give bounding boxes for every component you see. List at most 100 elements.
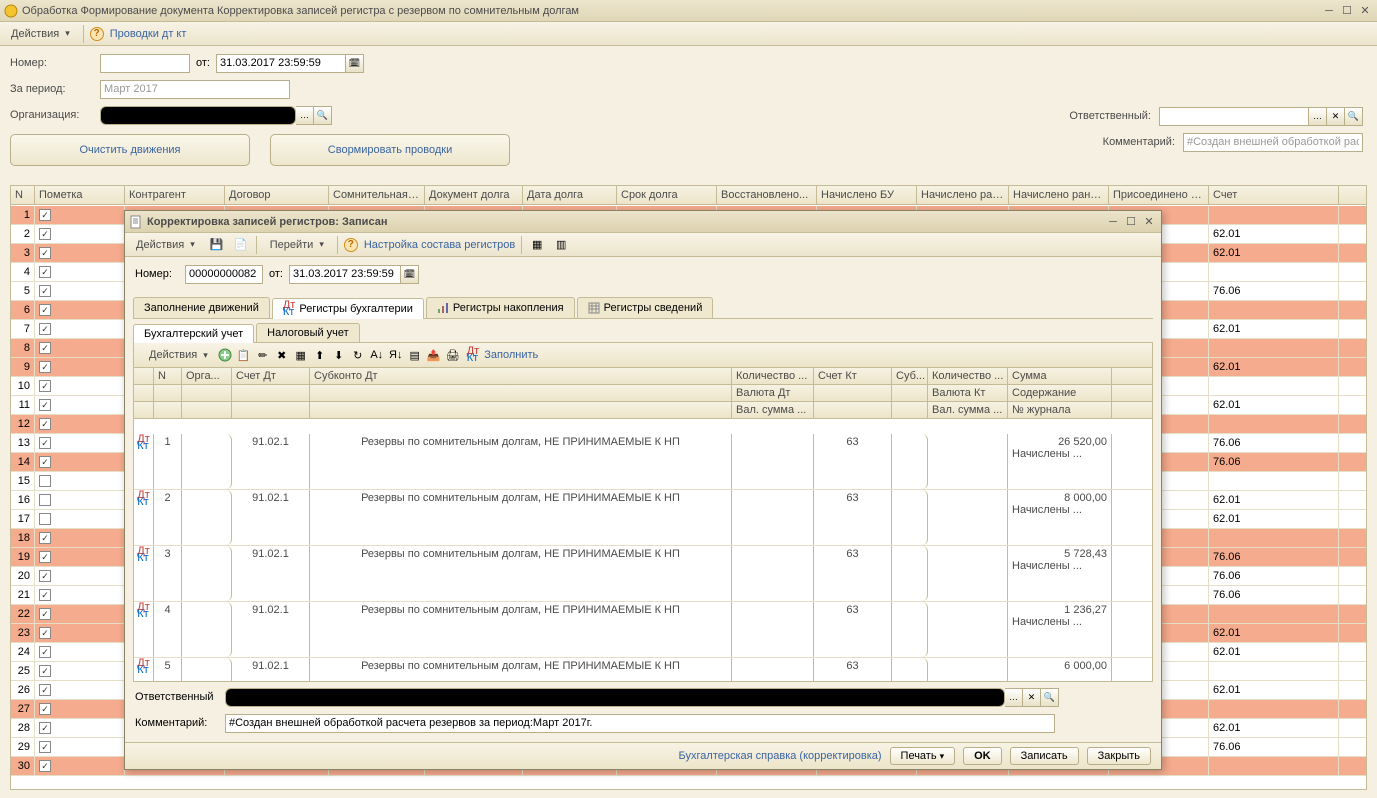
row-checkbox-cell[interactable]: ✓: [35, 263, 125, 281]
number-input[interactable]: [100, 54, 190, 73]
refresh-icon[interactable]: ↻: [349, 346, 367, 364]
entry-row[interactable]: ДтКт591.02.1Резервы по сомнительным долг…: [134, 658, 1152, 681]
ok-button[interactable]: OK: [963, 747, 1002, 765]
form-provodki-button[interactable]: Свормировать проводки: [270, 134, 510, 166]
provodki-link[interactable]: Проводки дт кт: [110, 28, 187, 40]
col-n[interactable]: N: [11, 186, 35, 204]
save-button[interactable]: Записать: [1010, 747, 1079, 765]
row-checkbox-cell[interactable]: ✓: [35, 244, 125, 262]
modal-date-input[interactable]: [289, 265, 401, 284]
col-nachisleno-bu[interactable]: Начислено БУ: [817, 186, 917, 204]
modal-resp-clear-icon[interactable]: ✕: [1023, 688, 1041, 707]
row-checkbox-cell[interactable]: ✓: [35, 225, 125, 243]
icol-vs-dt[interactable]: Вал. сумма ...: [732, 402, 814, 418]
add-icon[interactable]: [216, 346, 234, 364]
entry-row[interactable]: ДтКт491.02.1Резервы по сомнительным долг…: [134, 602, 1152, 658]
checkbox[interactable]: ✓: [39, 247, 51, 259]
responsible-select-button[interactable]: …: [1309, 107, 1327, 126]
col-dogovor[interactable]: Договор: [225, 186, 329, 204]
row-checkbox-cell[interactable]: ✓: [35, 282, 125, 300]
row-checkbox-cell[interactable]: ✓: [35, 339, 125, 357]
edit-icon[interactable]: ✏: [254, 346, 272, 364]
modal-resp-redacted[interactable]: [225, 688, 1005, 707]
checkbox[interactable]: ✓: [39, 551, 51, 563]
icol-qtyk[interactable]: Количество ...: [928, 368, 1008, 384]
row-checkbox-cell[interactable]: ✓: [35, 719, 125, 737]
sort-desc-icon[interactable]: Я↓: [387, 346, 405, 364]
row-checkbox-cell[interactable]: ✓: [35, 529, 125, 547]
grid-icon-2[interactable]: ▥: [552, 236, 570, 254]
modal-help-icon[interactable]: ?: [344, 238, 358, 252]
col-srok[interactable]: Срок долга: [617, 186, 717, 204]
modal-maximize-button[interactable]: ☐: [1123, 215, 1139, 229]
checkbox[interactable]: ✓: [39, 399, 51, 411]
modal-calendar-icon[interactable]: 🗓: [401, 265, 419, 284]
icol-vs-kt[interactable]: Вал. сумма ...: [928, 402, 1008, 418]
checkbox[interactable]: ✓: [39, 570, 51, 582]
row-checkbox-cell[interactable]: ✓: [35, 700, 125, 718]
icol-val-kt[interactable]: Валюта Кт: [928, 385, 1008, 401]
icol-content[interactable]: Содержание: [1008, 385, 1112, 401]
row-checkbox-cell[interactable]: ✓: [35, 320, 125, 338]
checkbox[interactable]: ✓: [39, 532, 51, 544]
checkbox[interactable]: ✓: [39, 456, 51, 468]
checkbox[interactable]: ✓: [39, 437, 51, 449]
row-checkbox-cell[interactable]: ✓: [35, 434, 125, 452]
col-schet[interactable]: Счет: [1209, 186, 1339, 204]
fill-link[interactable]: Заполнить: [484, 349, 538, 361]
modal-registry-link[interactable]: Настройка состава регистров: [364, 239, 515, 251]
checkbox[interactable]: ✓: [39, 342, 51, 354]
delete-icon[interactable]: ✖: [273, 346, 291, 364]
checkbox[interactable]: ✓: [39, 665, 51, 677]
modal-number-input[interactable]: [185, 265, 263, 284]
modal-actions-menu[interactable]: Действия: [129, 237, 202, 253]
copy-icon[interactable]: 📋: [235, 346, 253, 364]
checkbox[interactable]: [39, 494, 51, 506]
from-date-input[interactable]: [216, 54, 346, 73]
checkbox[interactable]: ✓: [39, 589, 51, 601]
checkbox[interactable]: ✓: [39, 741, 51, 753]
row-checkbox-cell[interactable]: ✓: [35, 757, 125, 775]
row-checkbox-cell[interactable]: ✓: [35, 643, 125, 661]
minimize-button[interactable]: ─: [1321, 4, 1337, 18]
tab-info-registers[interactable]: Регистры сведений: [577, 297, 714, 318]
checkbox[interactable]: ✓: [39, 323, 51, 335]
icol-org[interactable]: Орга...: [182, 368, 232, 384]
row-checkbox-cell[interactable]: ✓: [35, 662, 125, 680]
checkbox[interactable]: ✓: [39, 285, 51, 297]
modal-resp-search-icon[interactable]: 🔍: [1041, 688, 1059, 707]
tab-accumulation-registers[interactable]: Регистры накопления: [426, 297, 575, 318]
subtab-bukh[interactable]: Бухгалтерский учет: [133, 324, 254, 343]
period-input[interactable]: [100, 80, 290, 99]
icol-journal[interactable]: № журнала: [1008, 402, 1112, 418]
entry-row[interactable]: ДтКт391.02.1Резервы по сомнительным долг…: [134, 546, 1152, 602]
responsible-input[interactable]: [1159, 107, 1309, 126]
checkbox[interactable]: [39, 513, 51, 525]
checkbox[interactable]: ✓: [39, 266, 51, 278]
checkbox[interactable]: ✓: [39, 304, 51, 316]
modal-comm-input[interactable]: [225, 714, 1055, 733]
row-checkbox-cell[interactable]: ✓: [35, 206, 125, 224]
move-up-icon[interactable]: ⬆: [311, 346, 329, 364]
org-select-button[interactable]: …: [296, 106, 314, 125]
checkbox[interactable]: ✓: [39, 684, 51, 696]
row-checkbox-cell[interactable]: ✓: [35, 377, 125, 395]
row-checkbox-cell[interactable]: ✓: [35, 548, 125, 566]
entry-row[interactable]: ДтКт191.02.1Резервы по сомнительным долг…: [134, 434, 1152, 490]
close-button[interactable]: Закрыть: [1087, 747, 1151, 765]
help-icon[interactable]: ?: [90, 27, 104, 41]
icol-dk[interactable]: [134, 368, 154, 384]
row-checkbox-cell[interactable]: ✓: [35, 567, 125, 585]
modal-new-icon[interactable]: 📄: [232, 236, 250, 254]
col-nachisleno-ranee1[interactable]: Начислено ране...: [917, 186, 1009, 204]
row-checkbox-cell[interactable]: [35, 510, 125, 528]
export-icon[interactable]: 📤: [425, 346, 443, 364]
row-checkbox-cell[interactable]: [35, 472, 125, 490]
tab-accounting-registers[interactable]: ДтКт Регистры бухгалтерии: [272, 298, 424, 319]
mark-delete-icon[interactable]: ▦: [292, 346, 310, 364]
org-input-redacted[interactable]: [100, 106, 296, 125]
modal-resp-select-button[interactable]: …: [1005, 688, 1023, 707]
col-somnitelnaya[interactable]: Сомнительная з...: [329, 186, 425, 204]
checkbox[interactable]: ✓: [39, 703, 51, 715]
row-checkbox-cell[interactable]: ✓: [35, 586, 125, 604]
